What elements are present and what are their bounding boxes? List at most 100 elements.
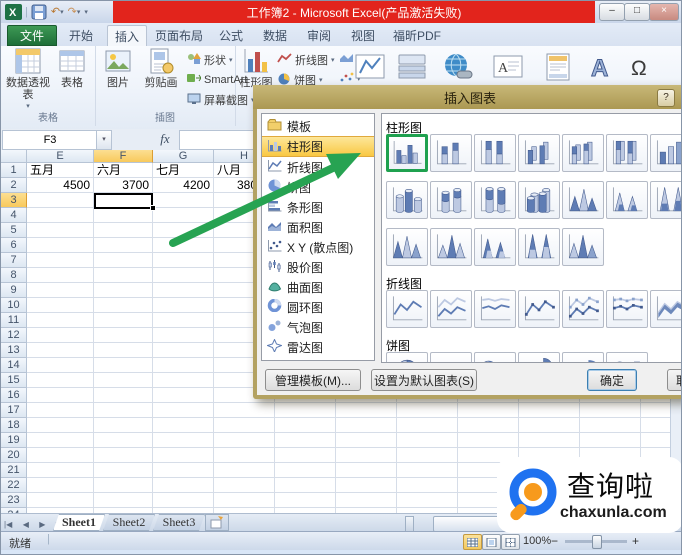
row-header-8[interactable]: 8 [1, 268, 27, 283]
row-header-21[interactable]: 21 [1, 463, 27, 478]
minimize-button[interactable]: – [599, 3, 625, 21]
chart-type-col3d-clustered[interactable] [518, 134, 560, 172]
row-header-23[interactable]: 23 [1, 493, 27, 508]
clipart-button[interactable]: 剪贴画 [139, 48, 183, 89]
chart-type-pyr-stacked[interactable] [474, 228, 516, 266]
row-header-12[interactable]: 12 [1, 328, 27, 343]
column-header-E[interactable]: E [27, 150, 94, 163]
chart-type-line-stacked-markers[interactable] [562, 290, 604, 328]
select-all-corner[interactable] [1, 150, 27, 163]
chart-category-stock[interactable]: 股价图 [262, 257, 374, 277]
sheet-tab-sheet1[interactable]: Sheet1 [53, 514, 105, 531]
row-header-16[interactable]: 16 [1, 388, 27, 403]
chart-type-col-100[interactable] [474, 134, 516, 172]
picture-button[interactable]: 图片 [99, 48, 137, 89]
cell-E1[interactable]: 五月 [27, 163, 94, 178]
chart-type-pie-of-pie[interactable] [474, 352, 516, 363]
chart-type-col-stacked[interactable] [430, 134, 472, 172]
page-break-view-button[interactable] [501, 534, 520, 550]
hyperlink-icon[interactable] [439, 49, 477, 85]
wordart-icon[interactable]: A [583, 49, 621, 85]
row-header-1[interactable]: 1 [1, 163, 27, 178]
row-header-18[interactable]: 18 [1, 418, 27, 433]
chart-type-line-stacked[interactable] [430, 290, 472, 328]
chart-type-pie-exploded-3d[interactable] [562, 352, 604, 363]
chart-type-bar-of-pie[interactable] [606, 352, 648, 363]
chart-type-col3d-stacked[interactable] [562, 134, 604, 172]
row-header-20[interactable]: 20 [1, 448, 27, 463]
chart-category-doughnut[interactable]: 圆环图 [262, 297, 374, 317]
cell-G2[interactable]: 4200 [153, 178, 214, 193]
chart-type-line-3d[interactable] [650, 290, 682, 328]
page-layout-view-button[interactable] [482, 534, 501, 550]
ok-button[interactable]: 确定 [587, 369, 637, 391]
ribbon-tab-4[interactable]: 公式 [211, 25, 251, 46]
chart-category-folder[interactable]: 模板 [262, 116, 374, 136]
sparkline-icon[interactable] [351, 49, 389, 85]
chart-type-pie[interactable] [386, 352, 428, 363]
save-icon[interactable] [30, 4, 48, 20]
column-header-F[interactable]: F [94, 150, 153, 163]
chart-type-cyl-3d[interactable] [518, 181, 560, 219]
line-chart-button[interactable]: 折线图▾ [277, 52, 335, 68]
row-header-7[interactable]: 7 [1, 253, 27, 268]
first-sheet-icon[interactable]: |◀ [1, 520, 15, 529]
maximize-button[interactable]: □ [624, 3, 650, 21]
zoom-in-icon[interactable]: + [632, 534, 639, 548]
ribbon-tab-2[interactable]: 插入 [107, 25, 147, 46]
manage-templates-button[interactable]: 管理模板(M)... [265, 369, 361, 391]
chart-type-cyl-clustered[interactable] [386, 181, 428, 219]
set-default-chart-button[interactable]: 设置为默认图表(S) [371, 369, 477, 391]
chart-type-col3d[interactable] [650, 134, 682, 172]
row-header-6[interactable]: 6 [1, 238, 27, 253]
chart-type-pie-3d[interactable] [430, 352, 472, 363]
name-box-dropdown-icon[interactable]: ▾ [96, 130, 112, 150]
chart-type-cone-3d[interactable] [386, 228, 428, 266]
chart-type-line-100-markers[interactable] [606, 290, 648, 328]
cell-E2[interactable]: 4500 [27, 178, 94, 193]
chart-type-pyr-clustered[interactable] [430, 228, 472, 266]
chart-type-cyl-stacked[interactable] [430, 181, 472, 219]
chart-category-column[interactable]: 柱形图 [262, 136, 374, 157]
row-header-14[interactable]: 14 [1, 358, 27, 373]
chart-type-cone-clustered[interactable] [562, 181, 604, 219]
chart-type-cone-stacked[interactable] [606, 181, 648, 219]
chart-type-col-clustered[interactable] [386, 134, 428, 172]
selected-cell[interactable] [94, 193, 153, 209]
row-header-19[interactable]: 19 [1, 433, 27, 448]
sheet-tab-sheet2[interactable]: Sheet2 [103, 514, 155, 531]
fill-handle[interactable] [150, 205, 156, 211]
ribbon-tab-3[interactable]: 页面布局 [151, 25, 207, 46]
chart-type-line-100[interactable] [474, 290, 516, 328]
omega-icon[interactable]: Ω [621, 49, 659, 85]
chart-category-radar[interactable]: 雷达图 [262, 337, 374, 357]
chart-category-surface[interactable]: 曲面图 [262, 277, 374, 297]
text-box-icon[interactable]: A [489, 49, 527, 85]
cancel-button[interactable]: 取消 [667, 369, 682, 391]
row-header-17[interactable]: 17 [1, 403, 27, 418]
chart-type-line-markers[interactable] [518, 290, 560, 328]
cell-F1[interactable]: 六月 [94, 163, 153, 178]
cell-F2[interactable]: 3700 [94, 178, 153, 193]
ribbon-tab-1[interactable]: 开始 [59, 25, 103, 46]
chart-type-cone-100[interactable] [650, 181, 682, 219]
normal-view-button[interactable] [463, 534, 482, 550]
chart-type-line[interactable] [386, 290, 428, 328]
chart-category-area[interactable]: 面积图 [262, 217, 374, 237]
header-footer-icon[interactable] [539, 49, 577, 85]
ribbon-tab-7[interactable]: 视图 [343, 25, 383, 46]
undo-icon[interactable]: ↶▾ [50, 4, 65, 20]
close-button[interactable]: × [649, 3, 679, 21]
row-header-10[interactable]: 10 [1, 298, 27, 313]
chart-type-pyr-3d[interactable] [562, 228, 604, 266]
ribbon-tab-6[interactable]: 审阅 [299, 25, 339, 46]
chart-category-barh[interactable]: 条形图 [262, 197, 374, 217]
row-header-5[interactable]: 5 [1, 223, 27, 238]
chart-category-bubble[interactable]: 气泡图 [262, 317, 374, 337]
zoom-out-icon[interactable]: − [551, 534, 558, 548]
row-header-2[interactable]: 2 [1, 178, 27, 193]
row-header-4[interactable]: 4 [1, 208, 27, 223]
tab-scroll-splitter[interactable] [405, 516, 414, 532]
redo-icon[interactable]: ↷▾ [67, 4, 82, 20]
tab-file[interactable]: 文件 [7, 25, 57, 46]
